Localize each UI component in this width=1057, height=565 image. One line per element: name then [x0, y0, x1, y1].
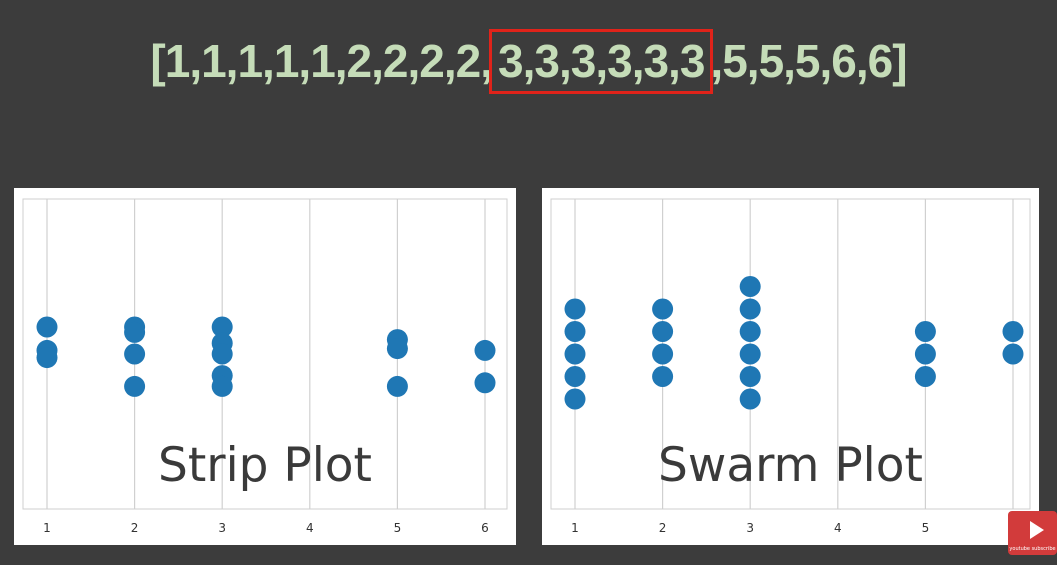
data-point [211, 375, 233, 397]
sequence-after: ,5,5,5,6,6] [710, 35, 907, 87]
data-point [914, 343, 936, 365]
x-tick-label: 1 [571, 521, 579, 535]
data-point [36, 347, 58, 369]
data-point [564, 366, 586, 387]
data-point [564, 388, 586, 410]
sequence-before: [1,1,1,1,1,2,2,2,2, [150, 35, 493, 87]
data-point [211, 343, 233, 365]
swarm-plot-panel: 123456Swarm Plot [542, 188, 1039, 545]
x-tick-label: 2 [131, 521, 139, 535]
data-point [652, 321, 674, 342]
swarm-plot-chart: 123456Swarm Plot [550, 198, 1031, 535]
x-tick-label: 5 [394, 521, 402, 535]
chart-label: Swarm Plot [658, 438, 923, 493]
data-point [739, 298, 761, 320]
data-point [124, 343, 146, 365]
x-tick-label: 1 [43, 521, 51, 535]
data-point [474, 372, 496, 394]
data-point [124, 375, 146, 397]
x-tick-label: 4 [306, 521, 314, 535]
data-point [739, 343, 761, 365]
data-point [564, 321, 586, 342]
youtube-badge-text: youtube subscribe [1009, 546, 1056, 552]
x-tick-label: 5 [922, 521, 930, 535]
x-tick-label: 3 [218, 521, 226, 535]
data-point [914, 321, 936, 342]
play-icon [1030, 521, 1044, 539]
data-point [474, 339, 496, 361]
data-point [652, 298, 674, 320]
strip-plot-chart: 1 2 3 4 5 6 Strip Plot [22, 198, 508, 535]
data-point [386, 338, 408, 360]
youtube-subscribe-badge[interactable]: youtube subscribe [1008, 511, 1057, 555]
sequence-highlighted: 3,3,3,3,3,3 [489, 29, 714, 94]
data-point [564, 298, 586, 320]
x-tick-label: 2 [659, 521, 667, 535]
data-point [1002, 343, 1024, 365]
data-point [36, 316, 58, 338]
x-tick-label: 4 [834, 521, 842, 535]
data-point [739, 321, 761, 342]
data-point [1002, 321, 1024, 342]
strip-plot-panel: 1 2 3 4 5 6 Strip Plot [14, 188, 516, 545]
data-point [739, 388, 761, 410]
x-tick-label: 6 [481, 521, 489, 535]
number-sequence: [1,1,1,1,1,2,2,2,2, 3,3,3,3,3,3,5,5,5,6,6… [0, 29, 1057, 94]
x-tick-label: 3 [746, 521, 754, 535]
chart-label: Strip Plot [158, 438, 372, 493]
data-point [386, 375, 408, 397]
data-point [124, 321, 146, 343]
data-point [914, 366, 936, 387]
data-point [652, 366, 674, 387]
data-point [564, 343, 586, 365]
data-point [739, 366, 761, 387]
data-point [739, 276, 761, 297]
data-point [652, 343, 674, 365]
